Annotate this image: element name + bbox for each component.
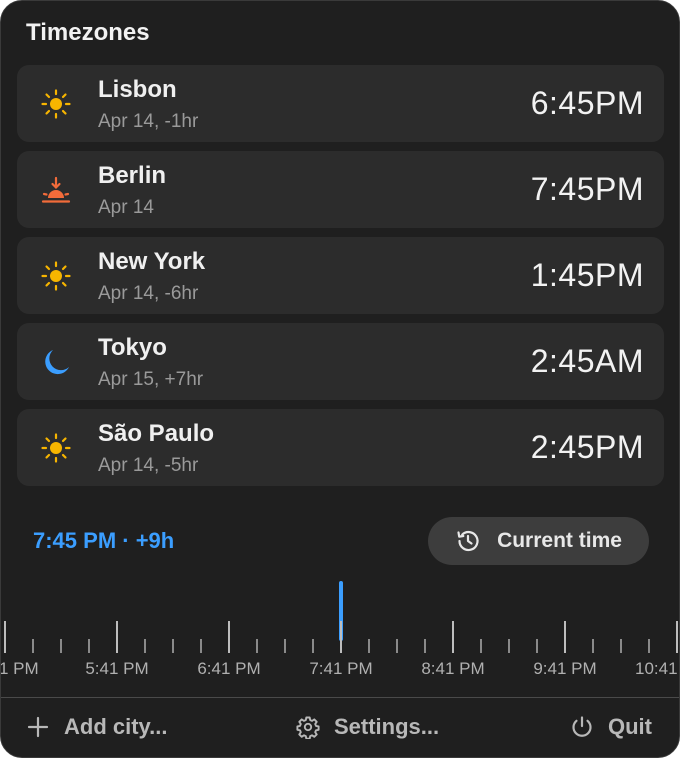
city-time: 2:45PM (530, 429, 644, 465)
timeline-hour-tick (4, 621, 6, 653)
timeline-hour-label: 8:41 PM (421, 659, 485, 678)
city-time: 1:45PM (530, 257, 644, 293)
timeline-scrubber[interactable]: 1 PM 5:41 PM 6:41 PM 7:41 PM 8:41 PM 9:41 PM 1… (1, 579, 679, 689)
timeline-quarter-tick (368, 639, 370, 653)
timeline-hour-label: 10:41 (635, 659, 678, 678)
sun-icon (40, 260, 72, 292)
timeline-quarter-tick (424, 639, 426, 653)
city-time: 7:45PM (530, 171, 644, 207)
add-city-button[interactable]: Add city... (26, 714, 168, 740)
timeline-quarter-tick (648, 639, 650, 653)
city-card-new-york[interactable]: New York Apr 14, -6hr 1:45PM (17, 237, 664, 314)
quit-button[interactable]: Quit (570, 714, 652, 740)
moon-icon (40, 346, 72, 378)
current-time-label: Current time (497, 529, 622, 552)
footer-divider (1, 697, 679, 698)
panel-title: Timezones (26, 19, 150, 46)
city-name: Lisbon (98, 76, 177, 103)
city-date-offset: Apr 14, -1hr (98, 111, 199, 132)
city-time: 2:45AM (530, 343, 644, 379)
timeline-quarter-tick (536, 639, 538, 653)
time-offset-readout: 7:45 PM · +9h (33, 528, 175, 553)
add-city-label: Add city... (64, 714, 168, 739)
timeline-quarter-tick (200, 639, 202, 653)
timeline-quarter-tick (592, 639, 594, 653)
city-date-offset: Apr 14 (98, 197, 154, 218)
timeline-quarter-tick (60, 639, 62, 653)
timeline-quarter-tick (396, 639, 398, 653)
timeline-quarter-tick (620, 639, 622, 653)
plus-icon (26, 715, 50, 739)
timeline-quarter-tick (312, 639, 314, 653)
timeline-hour-tick (676, 621, 678, 653)
timeline-quarter-tick (256, 639, 258, 653)
timeline-hour-tick (340, 621, 342, 653)
timeline-quarter-tick (284, 639, 286, 653)
current-time-button[interactable]: Current time (428, 517, 649, 565)
timeline-quarter-tick (172, 639, 174, 653)
history-icon (455, 528, 481, 554)
city-name: New York (98, 248, 206, 275)
city-card-lisbon[interactable]: Lisbon Apr 14, -1hr 6:45PM (17, 65, 664, 142)
timeline-hour-label: 5:41 PM (85, 659, 149, 678)
sun-icon (40, 432, 72, 464)
timeline-hour-tick (452, 621, 454, 653)
timeline-hour-label: 7:41 PM (309, 659, 373, 678)
city-card-tokyo[interactable]: Tokyo Apr 15, +7hr 2:45AM (17, 323, 664, 400)
sunset-icon (40, 174, 72, 206)
city-date-offset: Apr 15, +7hr (98, 369, 204, 390)
timeline-hour-tick (564, 621, 566, 653)
timeline-quarter-tick (508, 639, 510, 653)
settings-button[interactable]: Settings... (296, 714, 439, 740)
city-date-offset: Apr 14, -6hr (98, 283, 199, 304)
gear-icon (296, 715, 320, 739)
city-card-berlin[interactable]: Berlin Apr 14 7:45PM (17, 151, 664, 228)
timeline-hour-label: 9:41 PM (533, 659, 597, 678)
timeline-hour-label: 6:41 PM (197, 659, 261, 678)
city-card-sao-paulo[interactable]: São Paulo Apr 14, -5hr 2:45PM (17, 409, 664, 486)
power-icon (570, 715, 594, 739)
city-name: Tokyo (98, 334, 167, 361)
timeline-hour-tick (228, 621, 230, 653)
sun-icon (40, 88, 72, 120)
timeline-quarter-tick (480, 639, 482, 653)
timeline-quarter-tick (32, 639, 34, 653)
timeline-quarter-tick (144, 639, 146, 653)
timeline-quarter-tick (88, 639, 90, 653)
timeline-hour-tick (116, 621, 118, 653)
city-date-offset: Apr 14, -5hr (98, 455, 199, 476)
city-time: 6:45PM (530, 85, 644, 121)
quit-label: Quit (608, 714, 652, 739)
settings-label: Settings... (334, 714, 440, 739)
timezones-panel: Timezones Lisbon Apr 14, -1hr 6:45PM Ber… (0, 0, 680, 758)
city-name: São Paulo (98, 420, 215, 447)
city-name: Berlin (98, 162, 167, 189)
